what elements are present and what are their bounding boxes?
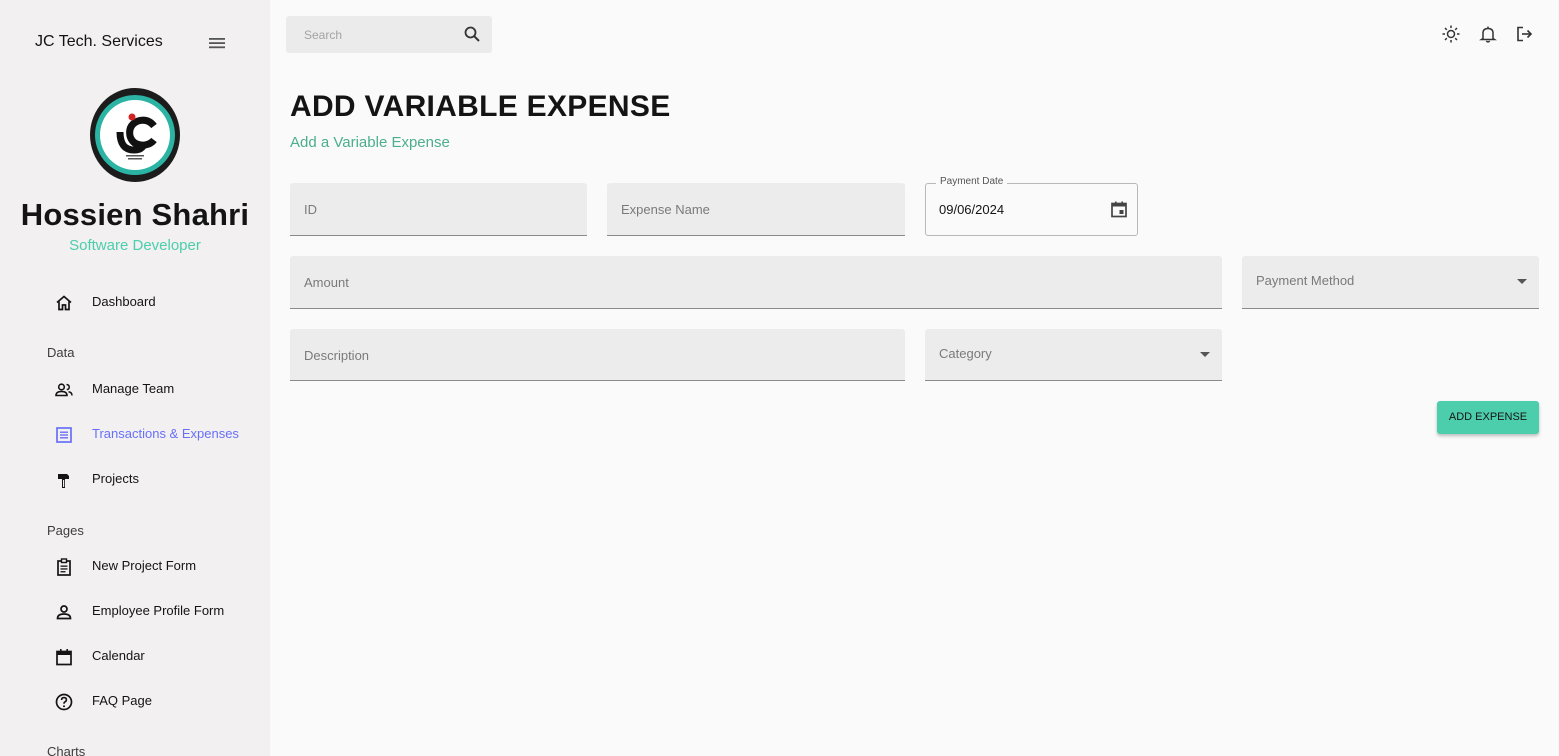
sidebar-item-label: Employee Profile Form xyxy=(92,603,225,618)
notifications-icon[interactable] xyxy=(1478,24,1498,44)
sidebar-item-dashboard[interactable]: Dashboard xyxy=(50,287,260,319)
section-label-pages: Pages xyxy=(47,523,84,538)
sidebar-item-label: Manage Team xyxy=(92,381,175,396)
user-role: Software Developer xyxy=(69,237,201,254)
sidebar-item-label: Projects xyxy=(92,471,139,486)
logout-icon[interactable] xyxy=(1514,24,1534,44)
payment-date-label: Payment Date xyxy=(936,176,1008,187)
help-icon xyxy=(54,692,74,712)
calendar-icon xyxy=(54,647,74,667)
light-mode-icon[interactable] xyxy=(1441,24,1461,44)
sidebar-item-manage-team[interactable]: Manage Team xyxy=(50,374,260,406)
home-icon xyxy=(54,293,74,313)
chevron-down-icon xyxy=(1517,279,1527,284)
receipt-icon xyxy=(54,425,74,445)
sidebar-item-new-project-form[interactable]: New Project Form xyxy=(50,551,260,583)
description-field[interactable] xyxy=(302,344,881,366)
sidebar-item-faq[interactable]: FAQ Page xyxy=(50,686,260,718)
amount-field-wrapper xyxy=(290,256,1222,309)
page-subtitle: Add a Variable Expense xyxy=(290,134,450,151)
expense-name-field[interactable] xyxy=(619,198,881,220)
amount-field[interactable] xyxy=(302,271,1198,293)
payment-method-label: Payment Method xyxy=(1256,273,1355,288)
payment-date-value[interactable]: 09/06/2024 xyxy=(939,202,1004,217)
sidebar-item-label: Transactions & Expenses xyxy=(92,426,239,441)
category-label: Category xyxy=(939,346,992,361)
search-icon[interactable] xyxy=(462,24,482,44)
hammer-icon xyxy=(54,470,74,490)
calendar-picker-icon[interactable] xyxy=(1109,199,1129,219)
sidebar-item-label: FAQ Page xyxy=(92,693,152,708)
sidebar-item-employee-profile-form[interactable]: Employee Profile Form xyxy=(50,596,260,628)
brand-title: JC Tech. Services xyxy=(35,33,163,50)
sidebar-item-calendar[interactable]: Calendar xyxy=(50,641,260,673)
brand-row: JC Tech. Services xyxy=(35,33,230,55)
search-input[interactable] xyxy=(302,25,456,45)
chevron-down-icon xyxy=(1200,352,1210,357)
sidebar-item-projects[interactable]: Projects xyxy=(50,464,260,496)
menu-icon[interactable] xyxy=(207,33,227,53)
sidebar-item-label: Dashboard xyxy=(92,294,156,309)
clipboard-icon xyxy=(54,557,74,577)
sidebar: JC Tech. Services Hossien Shahri Softwar… xyxy=(0,0,270,756)
category-select[interactable]: Category xyxy=(925,329,1222,381)
user-name: Hossien Shahri xyxy=(20,197,250,232)
sidebar-item-label: New Project Form xyxy=(92,558,197,573)
payment-date-field[interactable]: Payment Date 09/06/2024 xyxy=(925,176,1138,236)
id-field-wrapper xyxy=(290,183,587,236)
expense-name-field-wrapper xyxy=(607,183,905,236)
payment-method-select[interactable]: Payment Method xyxy=(1242,256,1539,309)
section-label-data: Data xyxy=(47,345,75,360)
description-field-wrapper xyxy=(290,329,905,381)
person-icon xyxy=(54,602,74,622)
avatar xyxy=(90,88,180,182)
search-bar xyxy=(286,16,492,53)
page-title: ADD VARIABLE EXPENSE xyxy=(290,90,671,123)
id-field[interactable] xyxy=(302,198,563,220)
sidebar-item-transactions[interactable]: Transactions & Expenses xyxy=(50,419,260,451)
sidebar-item-label: Calendar xyxy=(92,648,145,663)
team-icon xyxy=(54,380,74,400)
section-label-charts: Charts xyxy=(47,744,86,756)
add-expense-button[interactable]: ADD EXPENSE xyxy=(1437,401,1539,434)
